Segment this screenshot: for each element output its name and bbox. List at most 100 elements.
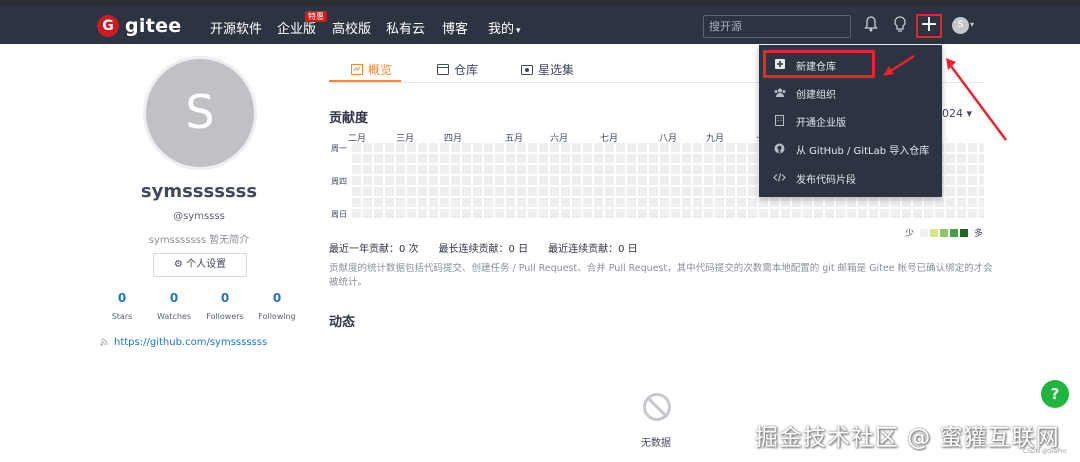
contribution-cell (539, 209, 548, 218)
nav-blog[interactable]: 博客 (442, 18, 468, 37)
contribution-cell (737, 209, 746, 218)
bell-icon[interactable] (864, 16, 878, 36)
contribution-cell (418, 143, 427, 152)
contribution-cell (968, 154, 977, 163)
contribution-cell (528, 187, 537, 196)
contribution-cell (528, 165, 537, 174)
contribution-cell (715, 209, 724, 218)
search-input[interactable]: 搜开源 (703, 15, 851, 38)
contribution-cell (385, 165, 394, 174)
contribution-cell (583, 198, 592, 207)
profile-avatar[interactable]: S (143, 56, 257, 170)
contribution-cell (836, 198, 845, 207)
contribution-cell (440, 143, 449, 152)
nav-open-source[interactable]: 开源软件 (210, 18, 262, 37)
stat-stars[interactable]: 0 Stars (95, 291, 149, 321)
profile-bio: symsssssss 暂无简介 (148, 235, 250, 246)
contribution-cell (979, 187, 984, 196)
contribution-cell (968, 165, 977, 174)
contribution-cell (407, 165, 416, 174)
contribution-cell (352, 154, 361, 163)
contribution-cell (462, 154, 471, 163)
contribution-cell (429, 209, 438, 218)
stat-followers[interactable]: 0 Followers (198, 291, 252, 321)
menu-create-organization[interactable]: 创建组织 (773, 86, 836, 101)
tab-collections[interactable]: 星选集 (521, 61, 574, 78)
contribution-cell (473, 176, 482, 185)
contribution-cell (583, 143, 592, 152)
menu-publish-snippet[interactable]: 发布代码片段 (773, 171, 856, 186)
contribution-cell (737, 165, 746, 174)
contribution-cell (506, 154, 515, 163)
nav-mine-label: 我的 (488, 22, 515, 37)
contribution-cell (561, 143, 570, 152)
contribution-cell (440, 165, 449, 174)
contribution-cell (748, 143, 757, 152)
building-icon (773, 114, 786, 129)
contribution-cell (506, 143, 515, 152)
contribution-cell (627, 154, 636, 163)
github-profile-link[interactable]: https://github.com/symsssssss (114, 337, 267, 348)
plus-icon[interactable]: + (916, 14, 942, 38)
gitee-logo[interactable]: G gitee (97, 15, 181, 37)
contribution-cell (418, 209, 427, 218)
nav-mine[interactable]: 我的 ▾ (488, 18, 521, 37)
contribution-cell (946, 198, 955, 207)
contribution-cell (528, 154, 537, 163)
contribution-cell (935, 209, 944, 218)
tab-repositories[interactable]: 仓库 (437, 61, 478, 78)
contribution-cell (693, 176, 702, 185)
contribution-cell (616, 187, 625, 196)
contribution-cell (484, 187, 493, 196)
contribution-cell (594, 143, 603, 152)
contribution-cell (781, 198, 790, 207)
contribution-cell (715, 154, 724, 163)
tab-overview[interactable]: 概览 (351, 61, 392, 78)
contribution-cell (693, 143, 702, 152)
nav-education[interactable]: 高校版 (332, 18, 371, 37)
tab-overview-label: 概览 (368, 63, 393, 77)
contribution-cell (946, 187, 955, 196)
contribution-cell (880, 198, 889, 207)
contribution-cell (539, 187, 548, 196)
contribution-cell (693, 198, 702, 207)
contribution-cell (352, 187, 361, 196)
chevron-down-icon[interactable]: ▾ (970, 20, 974, 29)
stat-stars-label: Stars (111, 312, 133, 321)
menu-enterprise[interactable]: 开通企业版 (773, 114, 846, 129)
contribution-cell (693, 165, 702, 174)
contribution-cell (352, 176, 361, 185)
stat-watches-label: Watches (157, 312, 191, 321)
contribution-cell (737, 176, 746, 185)
contribution-cell (594, 176, 603, 185)
contribution-cell (660, 154, 669, 163)
legend-swatch (950, 228, 959, 237)
summary-last-year: 最近一年贡献：0 次 (329, 244, 419, 255)
contribution-cell (682, 187, 691, 196)
contribution-cell (517, 209, 526, 218)
nav-private-cloud[interactable]: 私有云 (386, 18, 425, 37)
lightbulb-icon[interactable] (893, 16, 907, 36)
contribution-cell (440, 154, 449, 163)
contribution-cell (605, 198, 614, 207)
contribution-cell (616, 154, 625, 163)
contribution-cell (704, 143, 713, 152)
contribution-cell (462, 198, 471, 207)
stat-watches[interactable]: 0 Watches (147, 291, 201, 321)
contribution-cell (715, 143, 724, 152)
contribution-cell (396, 165, 405, 174)
summary-longest-streak: 最长连续贡献：0 日 (438, 244, 529, 255)
help-button[interactable]: ? (1041, 380, 1069, 408)
repo-icon (437, 64, 449, 75)
promo-badge: 特惠 (305, 11, 327, 22)
contribution-cell (715, 165, 724, 174)
contribution-cell (451, 209, 460, 218)
contribution-cell (506, 165, 515, 174)
contribution-cell (748, 165, 757, 174)
contribution-cell (561, 209, 570, 218)
contribution-cell (627, 165, 636, 174)
personal-settings-button[interactable]: ⚙ 个人设置 (153, 253, 247, 277)
stat-following[interactable]: 0 Following (250, 291, 304, 321)
contribution-cell (693, 187, 702, 196)
nav-avatar[interactable]: S (952, 17, 969, 34)
